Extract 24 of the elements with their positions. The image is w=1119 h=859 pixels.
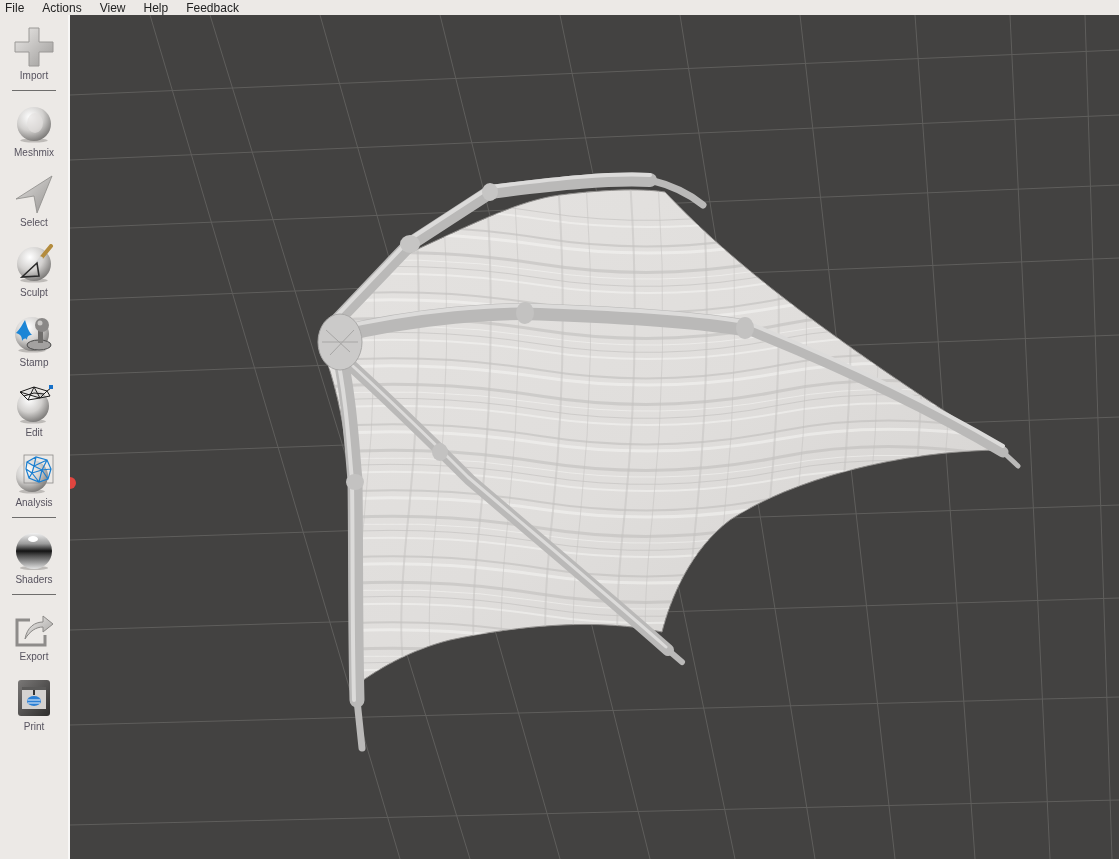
tool-button[interactable]: Edit: [4, 384, 64, 439]
cursor-arrow-icon: [14, 174, 54, 214]
chrome-sphere-icon: [14, 531, 54, 571]
tool-button[interactable]: Import: [4, 27, 64, 82]
menu-item[interactable]: Help: [141, 0, 171, 15]
tool-button[interactable]: Select: [4, 174, 64, 229]
menu-item[interactable]: Actions: [40, 0, 84, 15]
menu-item[interactable]: Feedback: [184, 0, 241, 15]
tool-button[interactable]: Analysis: [4, 454, 64, 509]
sphere-mesh-icon: [14, 384, 54, 424]
menu-item[interactable]: File: [3, 0, 27, 15]
tool-button[interactable]: Shaders: [4, 531, 64, 586]
tool-button[interactable]: Print: [4, 678, 64, 733]
sphere-wireframe-icon: [14, 454, 54, 494]
sphere-stamp-icon: [14, 314, 54, 354]
tool-button[interactable]: Stamp: [4, 314, 64, 369]
sphere-brush-icon: [14, 244, 54, 284]
tool-button[interactable]: Meshmix: [4, 104, 64, 159]
menu-item[interactable]: View: [97, 0, 128, 15]
tool-button[interactable]: Export: [4, 608, 64, 663]
plus-icon: [14, 27, 54, 67]
sphere-icon: [14, 104, 54, 144]
3d-viewport[interactable]: [70, 15, 1119, 859]
tool-button[interactable]: Sculpt: [4, 244, 64, 299]
